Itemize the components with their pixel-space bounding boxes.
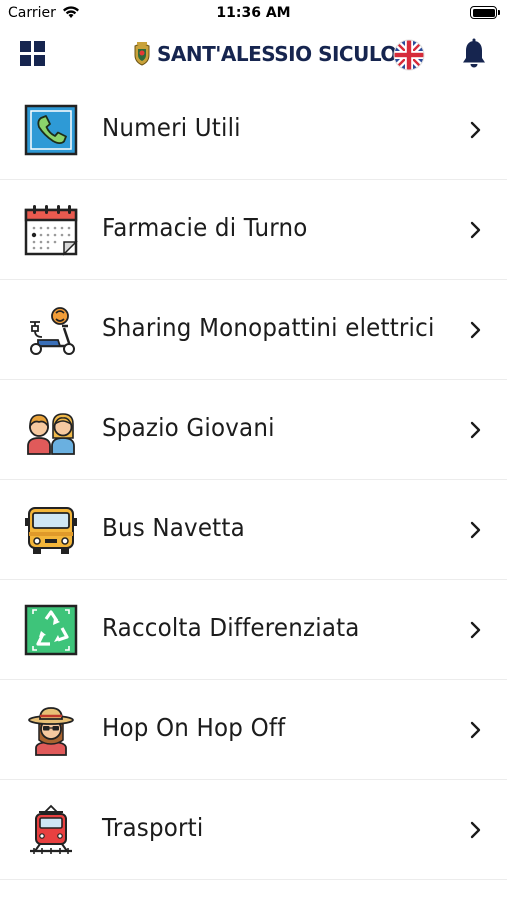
chevron-right-icon bbox=[470, 421, 481, 439]
menu-item-hop-on-hop-off[interactable]: Hop On Hop Off bbox=[0, 680, 507, 780]
menu-item-label: Trasporti bbox=[102, 813, 204, 842]
menu-list: Numeri Utili Farmacie di Turno Sharing M… bbox=[0, 80, 507, 880]
menu-item-sharing-monopattini[interactable]: Sharing Monopattini elettrici bbox=[0, 280, 507, 380]
menu-item-label: Farmacie di Turno bbox=[102, 213, 308, 242]
calendar-icon bbox=[24, 205, 78, 256]
status-bar: Carrier 11:36 AM bbox=[0, 0, 507, 28]
menu-item-bus-navetta[interactable]: Bus Navetta bbox=[0, 480, 507, 580]
e-scooter-icon bbox=[30, 307, 75, 355]
menu-item-label: Raccolta Differenziata bbox=[102, 613, 360, 642]
train-icon bbox=[30, 804, 72, 854]
battery-icon bbox=[470, 6, 500, 19]
chevron-right-icon bbox=[470, 221, 481, 239]
menu-item-label: Numeri Utili bbox=[102, 113, 241, 142]
young-people-icon bbox=[27, 413, 75, 455]
menu-item-trasporti[interactable]: Trasporti bbox=[0, 780, 507, 880]
brand: SANT'ALESSIO SICULO bbox=[132, 40, 397, 68]
menu-item-label: Hop On Hop Off bbox=[102, 713, 286, 742]
recycle-icon bbox=[24, 604, 78, 656]
app-header: SANT'ALESSIO SICULO bbox=[0, 28, 507, 80]
menu-item-label: Sharing Monopattini elettrici bbox=[102, 313, 435, 342]
app-title: SANT'ALESSIO SICULO bbox=[157, 42, 397, 66]
menu-item-spazio-giovani[interactable]: Spazio Giovani bbox=[0, 380, 507, 480]
chevron-right-icon bbox=[470, 521, 481, 539]
menu-item-farmacie-di-turno[interactable]: Farmacie di Turno bbox=[0, 180, 507, 280]
phone-icon bbox=[24, 104, 78, 156]
bus-icon bbox=[25, 507, 77, 554]
chevron-right-icon bbox=[470, 321, 481, 339]
chevron-right-icon bbox=[470, 621, 481, 639]
menu-item-numeri-utili[interactable]: Numeri Utili bbox=[0, 80, 507, 180]
town-crest-icon bbox=[134, 42, 150, 66]
menu-item-raccolta-differenziata[interactable]: Raccolta Differenziata bbox=[0, 580, 507, 680]
bell-icon[interactable] bbox=[460, 38, 488, 70]
chevron-right-icon bbox=[470, 821, 481, 839]
menu-item-label: Bus Navetta bbox=[102, 513, 245, 542]
uk-flag-icon[interactable] bbox=[393, 39, 425, 71]
menu-item-label: Spazio Giovani bbox=[102, 413, 275, 442]
tourist-icon bbox=[28, 707, 74, 756]
chevron-right-icon bbox=[470, 121, 481, 139]
grid-menu-icon[interactable] bbox=[20, 41, 46, 67]
chevron-right-icon bbox=[470, 721, 481, 739]
status-time: 11:36 AM bbox=[216, 5, 291, 21]
